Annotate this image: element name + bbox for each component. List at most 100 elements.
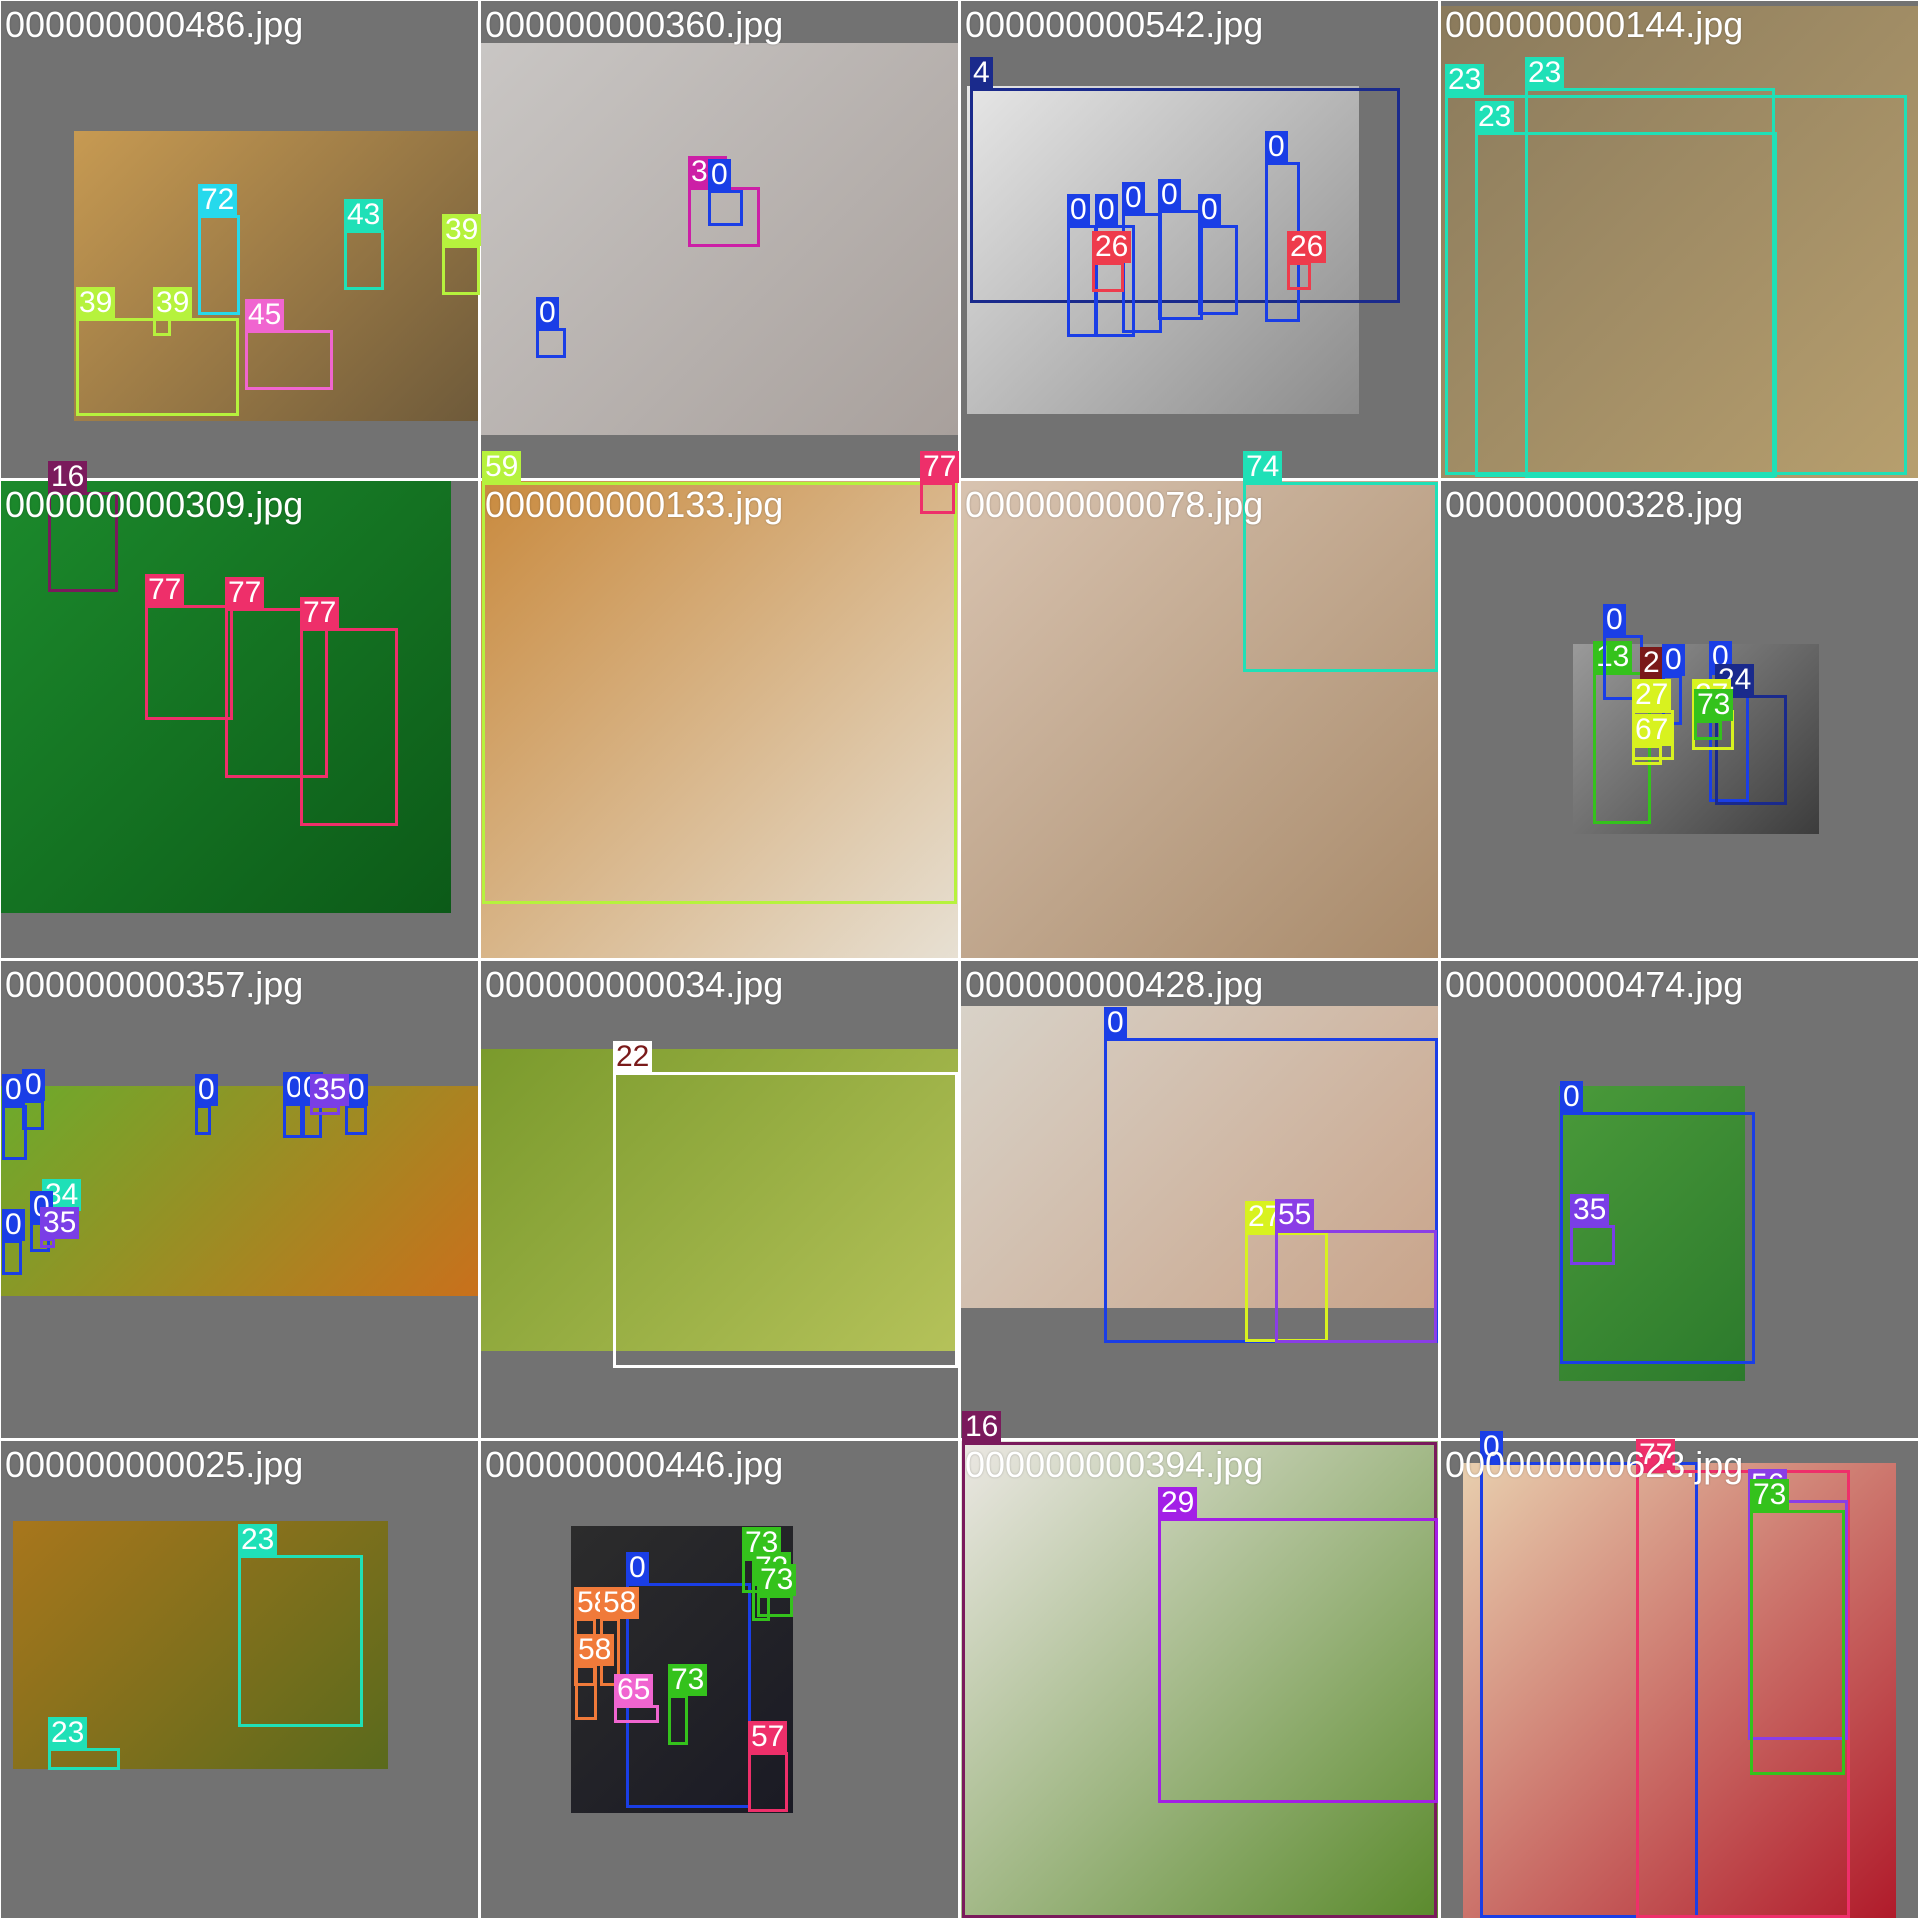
tile-filename: 000000000474.jpg bbox=[1445, 964, 1744, 1005]
box-class-label: 29 bbox=[1158, 1487, 1198, 1519]
box-class-label: 73 bbox=[1694, 689, 1734, 721]
box-class-label: 58 bbox=[575, 1634, 615, 1666]
bounding-box: 0 bbox=[536, 297, 566, 358]
box-class-label: 55 bbox=[1275, 1199, 1315, 1231]
bounding-box: 0 bbox=[1158, 179, 1203, 320]
box-class-label: 23 bbox=[238, 1524, 278, 1556]
mosaic-grid: 000000000486.jpg 72 43 39 39 39 45 000000000360… bbox=[0, 0, 1920, 1920]
tile-filename: 000000000078.jpg bbox=[965, 484, 1264, 525]
box-class-label: 26 bbox=[1092, 231, 1132, 263]
box-class-label: 35 bbox=[1570, 1194, 1610, 1226]
bounding-box: 73 bbox=[1694, 689, 1734, 740]
bounding-box: 0 bbox=[22, 1069, 45, 1130]
box-class-label: 65 bbox=[614, 1674, 654, 1706]
bounding-box: 23 bbox=[238, 1524, 363, 1727]
box-class-label: 0 bbox=[536, 297, 559, 329]
bounding-box: 67 bbox=[1632, 714, 1672, 765]
bounding-box: 26 bbox=[1287, 231, 1327, 290]
bounding-box: 77 bbox=[300, 597, 398, 826]
box-class-label: 0 bbox=[1104, 1007, 1127, 1039]
box-class-label: 0 bbox=[1198, 194, 1221, 226]
box-class-label: 77 bbox=[145, 574, 185, 606]
box-class-label: 26 bbox=[1287, 231, 1327, 263]
box-class-label: 0 bbox=[626, 1552, 649, 1584]
box-class-label: 0 bbox=[1095, 194, 1118, 226]
box-class-label: 39 bbox=[153, 287, 193, 319]
bounding-box: 39 bbox=[76, 287, 239, 416]
bounding-box: 29 bbox=[1158, 1487, 1438, 1803]
box-class-label: 0 bbox=[1662, 644, 1685, 676]
tile-filename: 000000000394.jpg bbox=[965, 1444, 1264, 1485]
tile-filename: 000000000542.jpg bbox=[965, 4, 1264, 45]
tile-filename: 000000000133.jpg bbox=[485, 484, 784, 525]
bounding-box: 74 bbox=[1243, 451, 1438, 672]
box-class-label: 22 bbox=[613, 1041, 653, 1073]
bounding-box: 22 bbox=[613, 1041, 958, 1368]
box-class-label: 2 bbox=[1640, 647, 1663, 679]
bounding-box: 0 bbox=[345, 1074, 368, 1135]
box-class-label: 0 bbox=[1067, 194, 1090, 226]
box-class-label: 0 bbox=[22, 1069, 45, 1101]
box-class-label: 27 bbox=[1632, 679, 1672, 711]
bounding-box: 59 bbox=[482, 451, 957, 904]
bounding-box: 0 bbox=[708, 159, 743, 226]
tile-filename: 000000000328.jpg bbox=[1445, 484, 1744, 525]
bounding-box: 35 bbox=[310, 1074, 350, 1115]
box-class-label: 57 bbox=[748, 1721, 788, 1753]
box-class-label: 45 bbox=[245, 299, 285, 331]
box-class-label: 39 bbox=[442, 214, 482, 246]
tile-filename: 000000000144.jpg bbox=[1445, 4, 1744, 45]
box-class-label: 35 bbox=[310, 1074, 350, 1106]
box-class-label: 73 bbox=[668, 1664, 708, 1696]
box-class-label: 67 bbox=[1632, 714, 1672, 746]
box-class-label: 0 bbox=[708, 159, 731, 191]
tile-filename: 000000000623.jpg bbox=[1445, 1444, 1744, 1485]
box-class-label: 0 bbox=[2, 1209, 25, 1241]
box-class-label: 0 bbox=[1122, 182, 1145, 214]
box-class-label: 73 bbox=[1750, 1479, 1790, 1511]
box-class-label: 74 bbox=[1243, 451, 1283, 483]
tile-filename: 000000000357.jpg bbox=[5, 964, 304, 1005]
box-class-label: 43 bbox=[344, 199, 384, 231]
box-class-label: 16 bbox=[962, 1411, 1002, 1443]
box-class-label: 4 bbox=[970, 57, 993, 89]
box-class-label: 0 bbox=[1560, 1081, 1583, 1113]
bounding-box: 73 bbox=[1750, 1479, 1845, 1775]
tile-filename: 000000000360.jpg bbox=[485, 4, 784, 45]
tile-filename: 000000000025.jpg bbox=[5, 1444, 304, 1485]
box-class-label: 35 bbox=[40, 1207, 80, 1239]
box-class-label: 77 bbox=[300, 597, 340, 629]
tile-filename: 000000000486.jpg bbox=[5, 4, 304, 45]
bounding-box: 57 bbox=[748, 1721, 788, 1812]
tile-filename: 000000000034.jpg bbox=[485, 964, 784, 1005]
box-class-label: 77 bbox=[225, 577, 265, 609]
bounding-box: 23 bbox=[1525, 57, 1775, 478]
bounding-box: 55 bbox=[1275, 1199, 1437, 1343]
bounding-box: 77 bbox=[145, 574, 233, 720]
box-class-label: 0 bbox=[1158, 179, 1181, 211]
bounding-box: 35 bbox=[1570, 1194, 1615, 1265]
bounding-box: 72 bbox=[198, 184, 240, 315]
bounding-box: 77 bbox=[920, 451, 960, 514]
box-class-label: 23 bbox=[1525, 57, 1565, 89]
box-class-label: 0 bbox=[195, 1074, 218, 1106]
bounding-box: 0 bbox=[195, 1074, 218, 1135]
box-class-label: 0 bbox=[1603, 604, 1626, 636]
box-class-label: 73 bbox=[757, 1564, 797, 1596]
bounding-box: 65 bbox=[614, 1674, 659, 1723]
bounding-box: 58 bbox=[575, 1634, 615, 1720]
box-class-label: 72 bbox=[198, 184, 238, 216]
bounding-box: 39 bbox=[442, 214, 482, 295]
box-class-label: 39 bbox=[76, 287, 116, 319]
tile-filename: 000000000309.jpg bbox=[5, 484, 304, 525]
box-class-label: 23 bbox=[48, 1717, 88, 1749]
bounding-box: 0 bbox=[2, 1209, 25, 1275]
tile-filename: 000000000446.jpg bbox=[485, 1444, 784, 1485]
bounding-box: 73 bbox=[668, 1664, 708, 1745]
box-class-label: 77 bbox=[920, 451, 960, 483]
tile-filename: 000000000428.jpg bbox=[965, 964, 1264, 1005]
bounding-box: 73 bbox=[757, 1564, 797, 1617]
box-class-label: 58 bbox=[600, 1587, 640, 1619]
box-class-label: 59 bbox=[482, 451, 522, 483]
bounding-box: 0 bbox=[1198, 194, 1238, 315]
